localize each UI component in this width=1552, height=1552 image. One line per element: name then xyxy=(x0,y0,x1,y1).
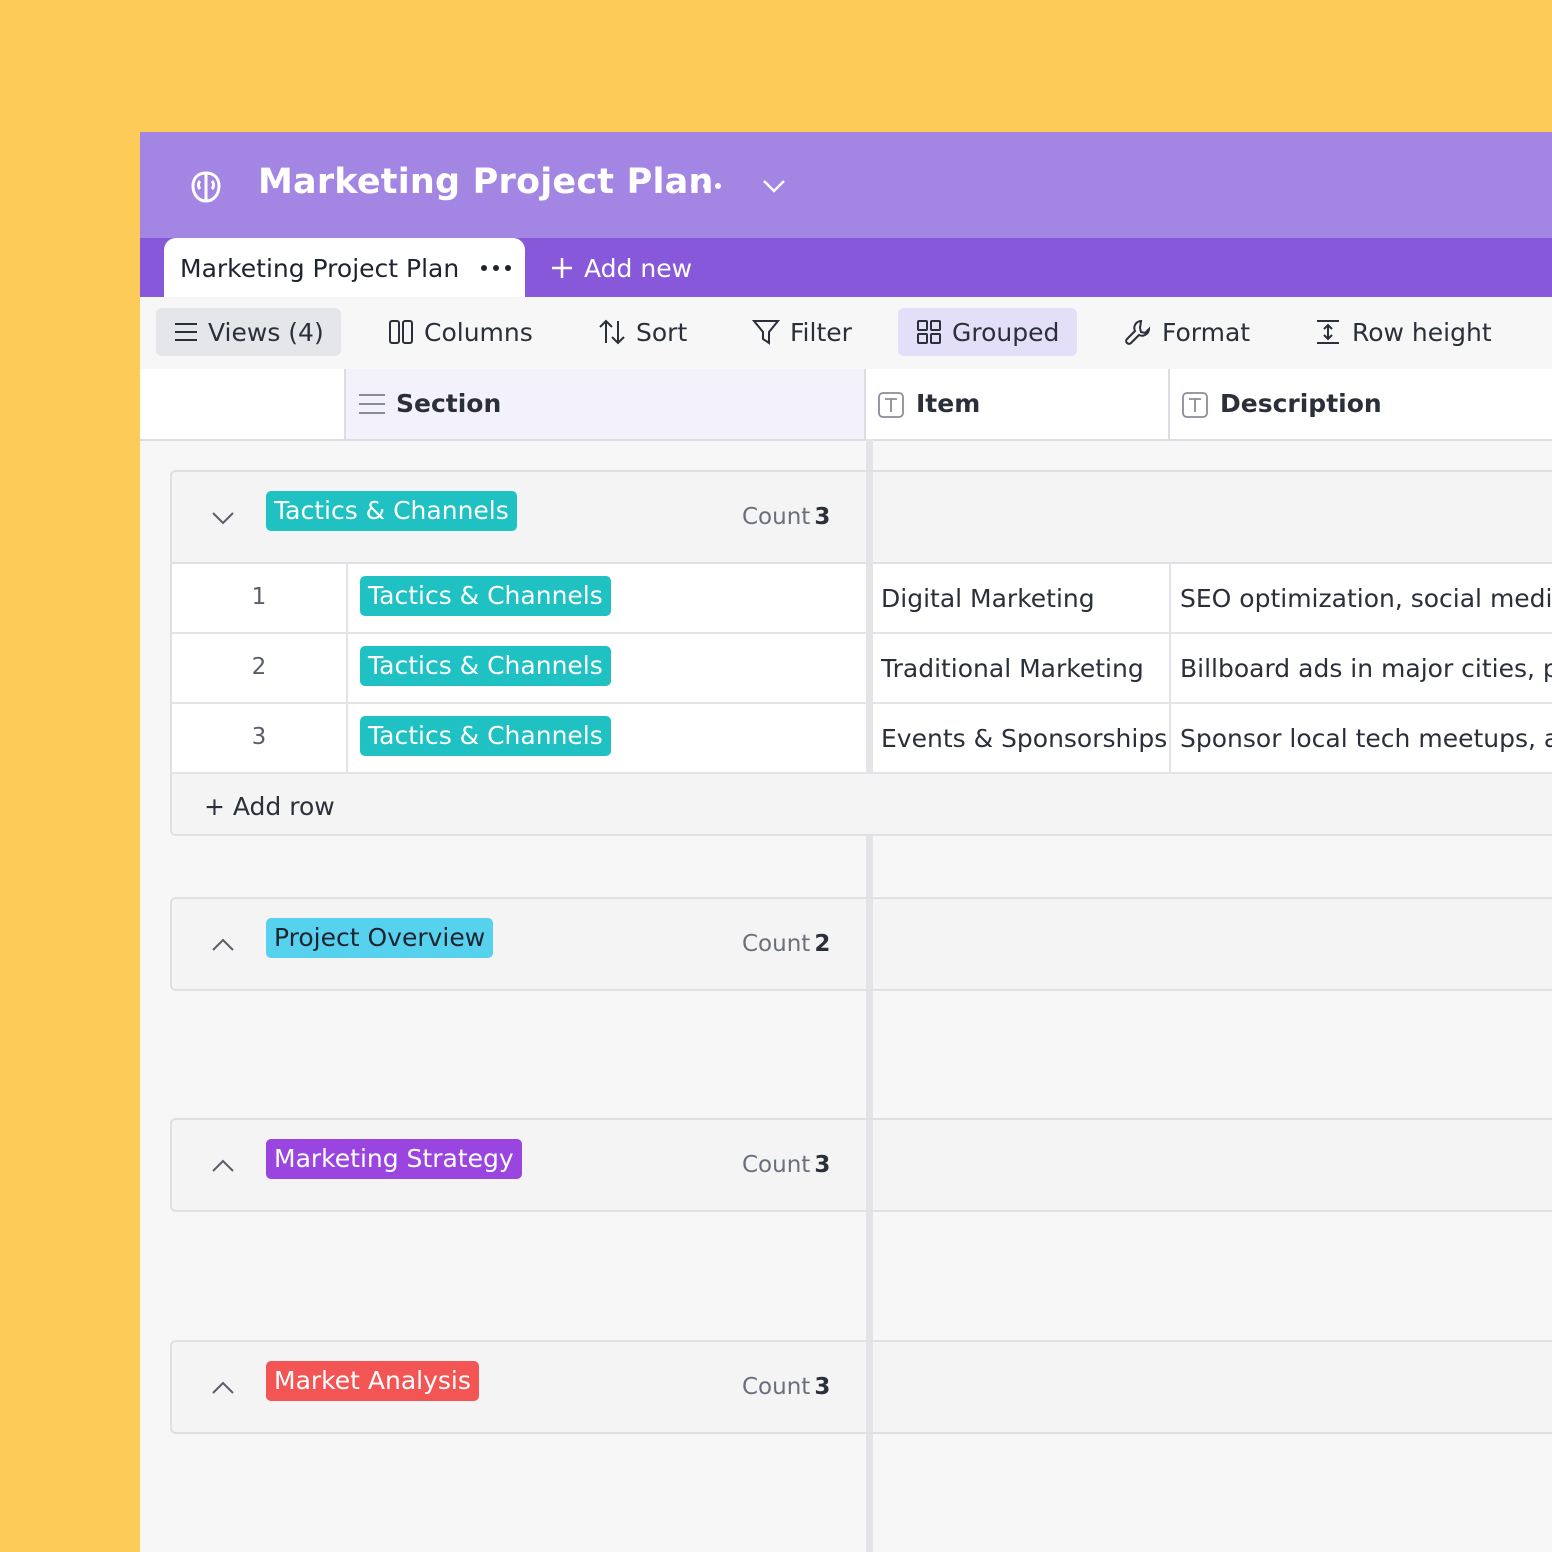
columns-icon xyxy=(389,320,413,344)
grouped-label: Grouped xyxy=(952,317,1060,347)
group-count: Count 3 xyxy=(742,1152,831,1178)
column-header-item[interactable]: Item xyxy=(866,369,1170,439)
format-label: Format xyxy=(1162,317,1251,347)
item-text: Traditional Marketing xyxy=(881,654,1144,683)
column-header-description[interactable]: Description xyxy=(1170,369,1552,439)
column-header-section[interactable]: Section xyxy=(344,369,866,439)
views-label: Views (4) xyxy=(208,317,324,347)
item-text: Events & Sponsorships xyxy=(881,724,1168,753)
row-height-icon xyxy=(1317,320,1339,344)
group-project-overview: Project Overview Count 2 xyxy=(170,897,1552,991)
group-count: Count 2 xyxy=(742,931,831,957)
column-description-label: Description xyxy=(1220,389,1382,418)
hamburger-menu-icon xyxy=(175,323,197,341)
more-horizontal-icon[interactable] xyxy=(688,168,724,204)
group-header[interactable]: Marketing Strategy Count 3 xyxy=(172,1120,1552,1210)
group-tag: Project Overview xyxy=(266,918,494,958)
group-tag: Tactics & Channels xyxy=(266,491,517,531)
group-rows: 1 Tactics & Channels Digital Marketing S… xyxy=(172,562,1552,834)
more-horizontal-icon[interactable] xyxy=(478,256,514,280)
row-number: 2 xyxy=(251,654,267,680)
chevron-down-icon[interactable] xyxy=(210,508,236,528)
description-text: SEO optimization, social media xyxy=(1180,584,1552,613)
tab-label: Marketing Project Plan xyxy=(180,254,460,283)
plus-icon xyxy=(552,258,572,278)
tab-bar: Marketing Project Plan Add new xyxy=(140,238,1552,297)
text-field-icon xyxy=(878,392,904,418)
chevron-up-icon[interactable] xyxy=(210,1378,236,1398)
item-cell[interactable]: Events & Sponsorships xyxy=(873,704,1171,772)
group-market-analysis: Market Analysis Count 3 xyxy=(170,1340,1552,1434)
description-text: Billboard ads in major cities, pri xyxy=(1180,654,1552,683)
wrench-icon xyxy=(1125,319,1151,345)
section-tag: Tactics & Channels xyxy=(360,576,611,616)
group-header[interactable]: Tactics & Channels Count 3 xyxy=(172,472,1552,562)
app-header: Marketing Project Plan xyxy=(140,132,1552,238)
section-tag: Tactics & Channels xyxy=(360,716,611,756)
item-cell[interactable]: Digital Marketing xyxy=(873,564,1171,632)
table-row[interactable]: 1 Tactics & Channels Digital Marketing S… xyxy=(172,564,1552,634)
column-header-row: Section Item Description xyxy=(140,369,1552,441)
grid-icon xyxy=(917,320,941,344)
group-tactics-channels: Tactics & Channels Count 3 1 Tactics & Ch… xyxy=(170,470,1552,836)
group-header[interactable]: Market Analysis Count 3 xyxy=(172,1342,1552,1432)
tab-marketing-project-plan[interactable]: Marketing Project Plan xyxy=(164,238,525,297)
table-row[interactable]: 3 Tactics & Channels Events & Sponsorshi… xyxy=(172,704,1552,774)
add-row-label: + Add row xyxy=(204,792,335,821)
row-number: 3 xyxy=(251,724,267,750)
row-number: 1 xyxy=(251,584,267,610)
add-new-label: Add new xyxy=(584,253,693,283)
section-cell[interactable]: Tactics & Channels xyxy=(346,634,866,702)
group-count: Count 3 xyxy=(742,504,831,530)
description-text: Sponsor local tech meetups, at xyxy=(1180,724,1552,753)
single-select-icon xyxy=(359,394,385,414)
sort-arrows-icon xyxy=(599,319,625,345)
table-row[interactable]: 2 Tactics & Channels Traditional Marketi… xyxy=(172,634,1552,704)
group-header[interactable]: Project Overview Count 2 xyxy=(172,899,1552,989)
columns-label: Columns xyxy=(424,317,533,347)
chevron-down-icon[interactable] xyxy=(760,174,788,198)
views-button[interactable]: Views (4) xyxy=(156,308,341,356)
column-section-label: Section xyxy=(396,389,502,418)
row-height-button[interactable]: Row height xyxy=(1300,308,1506,356)
item-text: Digital Marketing xyxy=(881,584,1095,613)
text-field-icon xyxy=(1182,392,1208,418)
section-cell[interactable]: Tactics & Channels xyxy=(346,704,866,772)
filter-funnel-icon xyxy=(752,320,780,345)
app-window: Marketing Project Plan Marketing Project… xyxy=(140,132,1552,1552)
sort-button[interactable]: Sort xyxy=(584,308,701,356)
filter-button[interactable]: Filter xyxy=(738,308,866,356)
group-marketing-strategy: Marketing Strategy Count 3 xyxy=(170,1118,1552,1212)
page-title: Marketing Project Plan xyxy=(258,162,714,202)
columns-button[interactable]: Columns xyxy=(374,308,547,356)
add-row-button[interactable]: + Add row xyxy=(172,774,1552,834)
section-cell[interactable]: Tactics & Channels xyxy=(346,564,866,632)
chevron-up-icon[interactable] xyxy=(210,935,236,955)
sort-label: Sort xyxy=(636,317,688,347)
group-tag: Market Analysis xyxy=(266,1361,479,1401)
item-cell[interactable]: Traditional Marketing xyxy=(873,634,1171,702)
description-cell[interactable]: SEO optimization, social media xyxy=(1171,564,1552,632)
group-tag: Marketing Strategy xyxy=(266,1139,522,1179)
grouped-button[interactable]: Grouped xyxy=(898,308,1077,356)
brain-icon[interactable] xyxy=(188,169,224,205)
add-new-tab-button[interactable]: Add new xyxy=(550,252,692,284)
format-button[interactable]: Format xyxy=(1110,308,1264,356)
section-tag: Tactics & Channels xyxy=(360,646,611,686)
row-height-label: Row height xyxy=(1352,317,1492,347)
chevron-up-icon[interactable] xyxy=(210,1156,236,1176)
description-cell[interactable]: Billboard ads in major cities, pri xyxy=(1171,634,1552,702)
filter-label: Filter xyxy=(790,317,852,347)
description-cell[interactable]: Sponsor local tech meetups, at xyxy=(1171,704,1552,772)
toolbar: Views (4) Columns Sort Filter Grouped Fo… xyxy=(140,297,1552,371)
column-item-label: Item xyxy=(916,389,981,418)
group-count: Count 3 xyxy=(742,1374,831,1400)
